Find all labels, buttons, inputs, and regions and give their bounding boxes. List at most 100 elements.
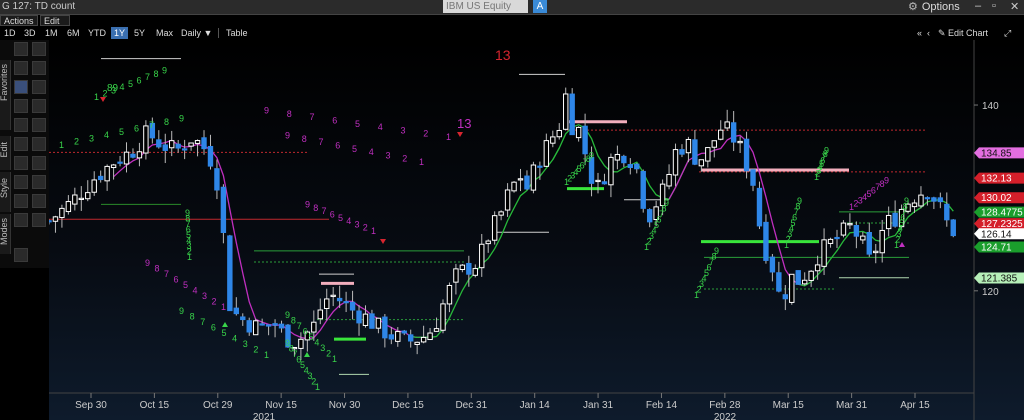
price-chart[interactable]: 1313891 2 3 4 5 6 7 8 91 2 3 4 5 6 7 8 91234567891234567… [49,40,1024,420]
pencil-icon[interactable] [32,42,46,56]
candle-body [679,149,685,155]
trend-line-icon[interactable] [14,99,28,113]
price-badge-label: 130.02 [981,193,1012,204]
candle-body [72,194,78,205]
td-count-digit: 6 [335,141,340,151]
td-count-digit: 9 [179,306,184,316]
candle-body [847,223,853,226]
interval-select[interactable]: Daily ▼ [181,27,212,39]
crosshair-icon[interactable] [14,156,28,170]
tab-edit[interactable]: Edit [0,136,11,170]
maximize-icon[interactable]: ▫ [992,0,996,12]
candle-body [853,224,860,237]
ticker-action-button[interactable]: A [533,0,547,13]
td-count-digit: 9 [305,200,310,210]
candle-body [188,142,194,147]
td-count-digit: 8 [313,203,318,213]
channel-icon[interactable] [32,99,46,113]
td-count-digit: 3 [355,219,360,229]
candle-body [750,169,756,186]
td-count-digit: 6 [330,210,335,220]
range-5y[interactable]: 5Y [134,27,145,39]
td-count-digit: 9 [162,66,167,76]
price-badge-label: 121.385 [981,273,1018,284]
range-max[interactable]: Max [156,27,173,39]
table-button[interactable]: Table [226,27,248,39]
trash-icon[interactable] [32,156,46,170]
candle-body [375,317,382,329]
zoom-icon[interactable] [14,213,28,227]
collapse-icon[interactable]: « [917,27,922,39]
candle-body [918,194,924,207]
candle-body [801,279,808,285]
td-count-digit: 1 [264,350,269,360]
candle-body [136,151,143,159]
text-icon[interactable] [14,80,28,94]
td-count-digit: 5 [183,280,188,290]
candle-body [782,294,789,300]
candle-body [97,175,104,181]
candle-body [298,338,304,349]
expand-icon[interactable]: ⤢ [1004,27,1011,39]
color-icon[interactable] [14,175,28,189]
candle-body [49,220,52,223]
minimize-icon[interactable]: – [975,0,981,12]
line-icon[interactable] [32,80,46,94]
td-count-digit: 7 [297,321,302,331]
candle-body [640,170,646,209]
candle-body [646,209,653,223]
settings-icon[interactable] [14,248,28,262]
range-1d[interactable]: 1D [4,27,16,39]
x-tick-label: Dec 31 [455,400,487,411]
r-icon[interactable] [32,118,46,132]
wave-icon[interactable] [14,118,28,132]
td-count-digit: 8 [155,264,160,274]
grid-icon[interactable] [32,137,46,151]
td-count-digit: 1 [94,92,99,102]
td-count-digit: 9 [285,131,290,141]
td-count-digit: 8 [190,312,195,322]
actions-menu[interactable]: Actions ▾ [0,15,38,37]
candle-body [944,203,950,221]
range-ytd[interactable]: YTD [88,27,106,39]
candle-body [227,235,233,312]
range-6m[interactable]: 6M [67,27,80,39]
range-1y[interactable]: 1Y [111,27,129,39]
link-icon[interactable] [32,194,46,208]
x-tick-label: Mar 31 [836,400,868,411]
x-year-label: 2022 [714,412,737,420]
candle-body [356,310,362,324]
tab-modes[interactable]: Modes [0,214,11,254]
tab-favorites[interactable]: Favorites [0,60,11,130]
eraser-icon[interactable] [14,194,28,208]
td-count-digit: 9 [589,151,594,161]
lock-icon[interactable] [14,61,28,75]
td-count-digit: 7 [310,112,315,122]
x-tick-label: Apr 15 [900,400,930,411]
td-count-digit: 4 [104,130,109,140]
tab-edit-label: Edit [0,142,9,158]
options-button[interactable]: ⚙ Options [908,0,960,13]
ticker-input[interactable]: IBM US Equity [443,0,528,13]
td-count-digit: 8 [291,316,296,326]
fill-icon[interactable] [32,175,46,189]
tab-style[interactable]: Style [0,172,11,212]
edit-chart-button[interactable]: ✎ Edit Chart [938,27,988,39]
range-3d[interactable]: 3D [24,27,36,39]
candle-body [582,125,588,155]
edit-menu[interactable]: Edit ▾ [40,15,70,37]
close-icon[interactable]: ✕ [1010,0,1019,13]
ellipse-icon[interactable] [32,61,46,75]
candle-body [252,320,259,336]
range-1m[interactable]: 1M [45,27,58,39]
candle-body [91,179,97,193]
td-count-digit: 9 [904,196,909,206]
candle-body [569,93,575,136]
td-count-digit: 5 [119,127,124,137]
back-icon[interactable]: ‹ [927,27,930,39]
pattern-icon[interactable] [14,137,28,151]
cursor-icon[interactable] [14,42,28,56]
td-count-digit: 2 [363,223,368,233]
palette-icon[interactable] [32,213,46,227]
candle-body [879,229,885,254]
